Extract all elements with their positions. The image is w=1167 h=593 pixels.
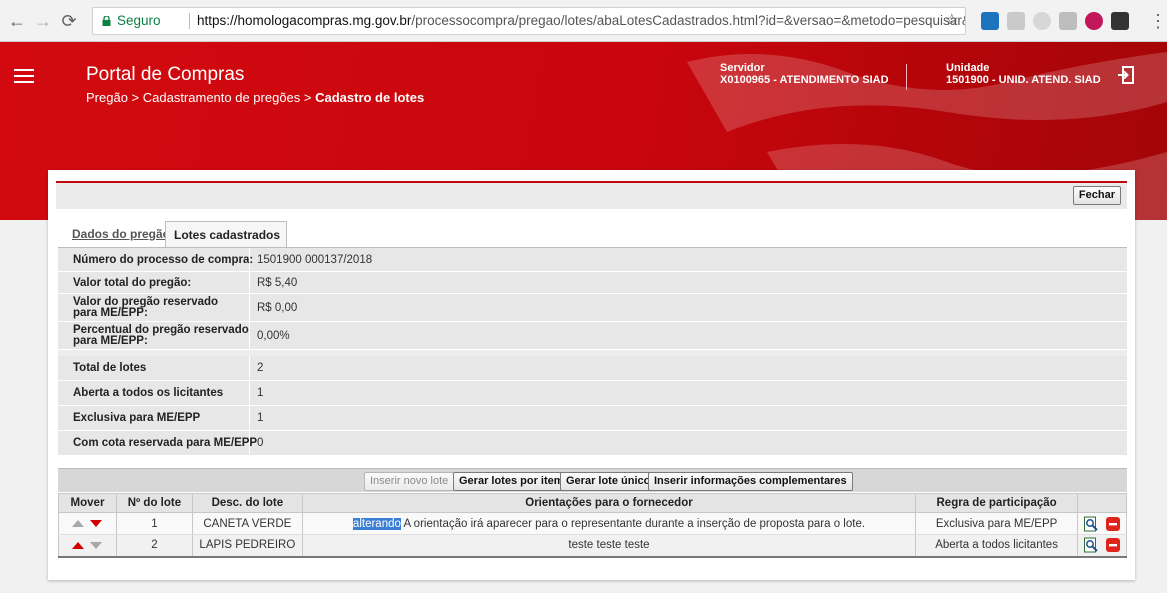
lock-icon — [102, 16, 111, 26]
row-actions — [1077, 512, 1127, 535]
hamburger-menu-icon[interactable] — [14, 69, 34, 83]
summary-row: Número do processo de compra: 1501900 00… — [58, 248, 1127, 272]
reload-icon[interactable]: ⟳ — [58, 10, 80, 32]
summary-row: Valor do pregão reservado para ME/EPP: R… — [58, 294, 1127, 322]
move-up-icon[interactable] — [72, 519, 85, 527]
tab-dados-pregao[interactable]: Dados do pregão — [64, 221, 178, 247]
move-controls — [58, 512, 117, 535]
col-descricao: Desc. do lote — [191, 493, 303, 513]
extension-y-icon[interactable] — [981, 12, 999, 30]
table-row: 1 CANETA VERDE alterando A orientação ir… — [58, 512, 1127, 535]
edit-icon[interactable] — [1083, 537, 1099, 553]
delete-icon[interactable] — [1105, 537, 1121, 553]
summary-row: Com cota reservada para ME/EPP 0 — [58, 431, 1127, 456]
summary-row: Valor total do pregão: R$ 5,40 — [58, 272, 1127, 294]
url-text: https://homologacompras.mg.gov.br/proces… — [197, 13, 966, 28]
portal-title: Portal de Compras — [86, 64, 245, 85]
table-row: 2 LAPIS PEDREIRO teste teste teste Abert… — [58, 534, 1127, 558]
generate-single-lot-button[interactable]: Gerar lote único — [560, 472, 657, 491]
move-controls — [58, 534, 117, 558]
col-orientacoes: Orientações para o fornecedor — [301, 493, 917, 513]
address-bar[interactable]: Seguro https://homologacompras.mg.gov.br… — [92, 7, 966, 35]
breadcrumb: Pregão > Cadastramento de pregões > Cada… — [86, 90, 425, 105]
unidade-info: Unidade 1501900 - UNID. ATEND. SIAD — [946, 62, 1101, 86]
bookmark-star-icon[interactable]: ☆ — [945, 8, 959, 34]
move-down-icon[interactable] — [90, 541, 103, 549]
move-up-icon[interactable] — [72, 541, 85, 549]
orientacao-cell[interactable]: teste teste teste — [301, 534, 917, 558]
extension-gray-icon[interactable] — [1007, 12, 1025, 30]
extension-pdf-icon[interactable] — [1111, 12, 1129, 30]
row-actions — [1077, 534, 1127, 558]
extension-circle-icon[interactable] — [1085, 12, 1103, 30]
servidor-info: Servidor X0100965 - ATENDIMENTO SIAD — [720, 62, 889, 86]
orientacao-cell[interactable]: alterando A orientação irá aparecer para… — [301, 512, 917, 535]
back-arrow-icon[interactable]: ← — [6, 10, 28, 32]
forward-arrow-icon[interactable]: → — [32, 10, 54, 32]
main-panel: Fechar Dados do pregão Lotes cadastrados… — [48, 170, 1135, 580]
extension-doc-icon[interactable] — [1059, 12, 1077, 30]
extension-compass-icon[interactable] — [1033, 12, 1051, 30]
pregao-summary: Número do processo de compra: 1501900 00… — [58, 247, 1127, 456]
secure-label: Seguro — [117, 13, 161, 28]
summary-row: Total de lotes 2 — [58, 356, 1127, 381]
lotes-table: Mover Nº do lote Desc. do lote Orientaçõ… — [58, 493, 1127, 558]
insert-lote-button[interactable]: Inserir novo lote — [364, 472, 455, 491]
summary-row: Percentual do pregão reservado para ME/E… — [58, 322, 1127, 350]
summary-row: Aberta a todos os licitantes 1 — [58, 381, 1127, 406]
action-bar: Inserir novo lote Gerar lotes por item G… — [58, 468, 1127, 492]
move-down-icon[interactable] — [90, 519, 103, 527]
browser-menu-icon[interactable]: ⋮ — [1149, 10, 1167, 32]
col-numero: Nº do lote — [115, 493, 193, 513]
close-button[interactable]: Fechar — [1072, 186, 1121, 205]
logout-icon[interactable] — [1118, 66, 1134, 84]
browser-toolbar: ← → ⟳ Seguro https://homologacompras.mg.… — [0, 0, 1167, 42]
col-mover: Mover — [58, 493, 117, 513]
edit-icon[interactable] — [1083, 516, 1099, 532]
insert-additional-info-button[interactable]: Inserir informações complementares — [648, 472, 853, 491]
tab-lotes-cadastrados[interactable]: Lotes cadastrados — [165, 221, 287, 247]
selected-text: alterando — [352, 517, 401, 530]
panel-toolbar: Fechar — [56, 183, 1127, 209]
generate-lots-per-item-button[interactable]: Gerar lotes por item — [453, 472, 570, 491]
summary-row: Exclusiva para ME/EPP 1 — [58, 406, 1127, 431]
col-acoes — [1077, 493, 1127, 513]
delete-icon[interactable] — [1105, 516, 1121, 532]
col-regra: Regra de participação — [915, 493, 1079, 513]
